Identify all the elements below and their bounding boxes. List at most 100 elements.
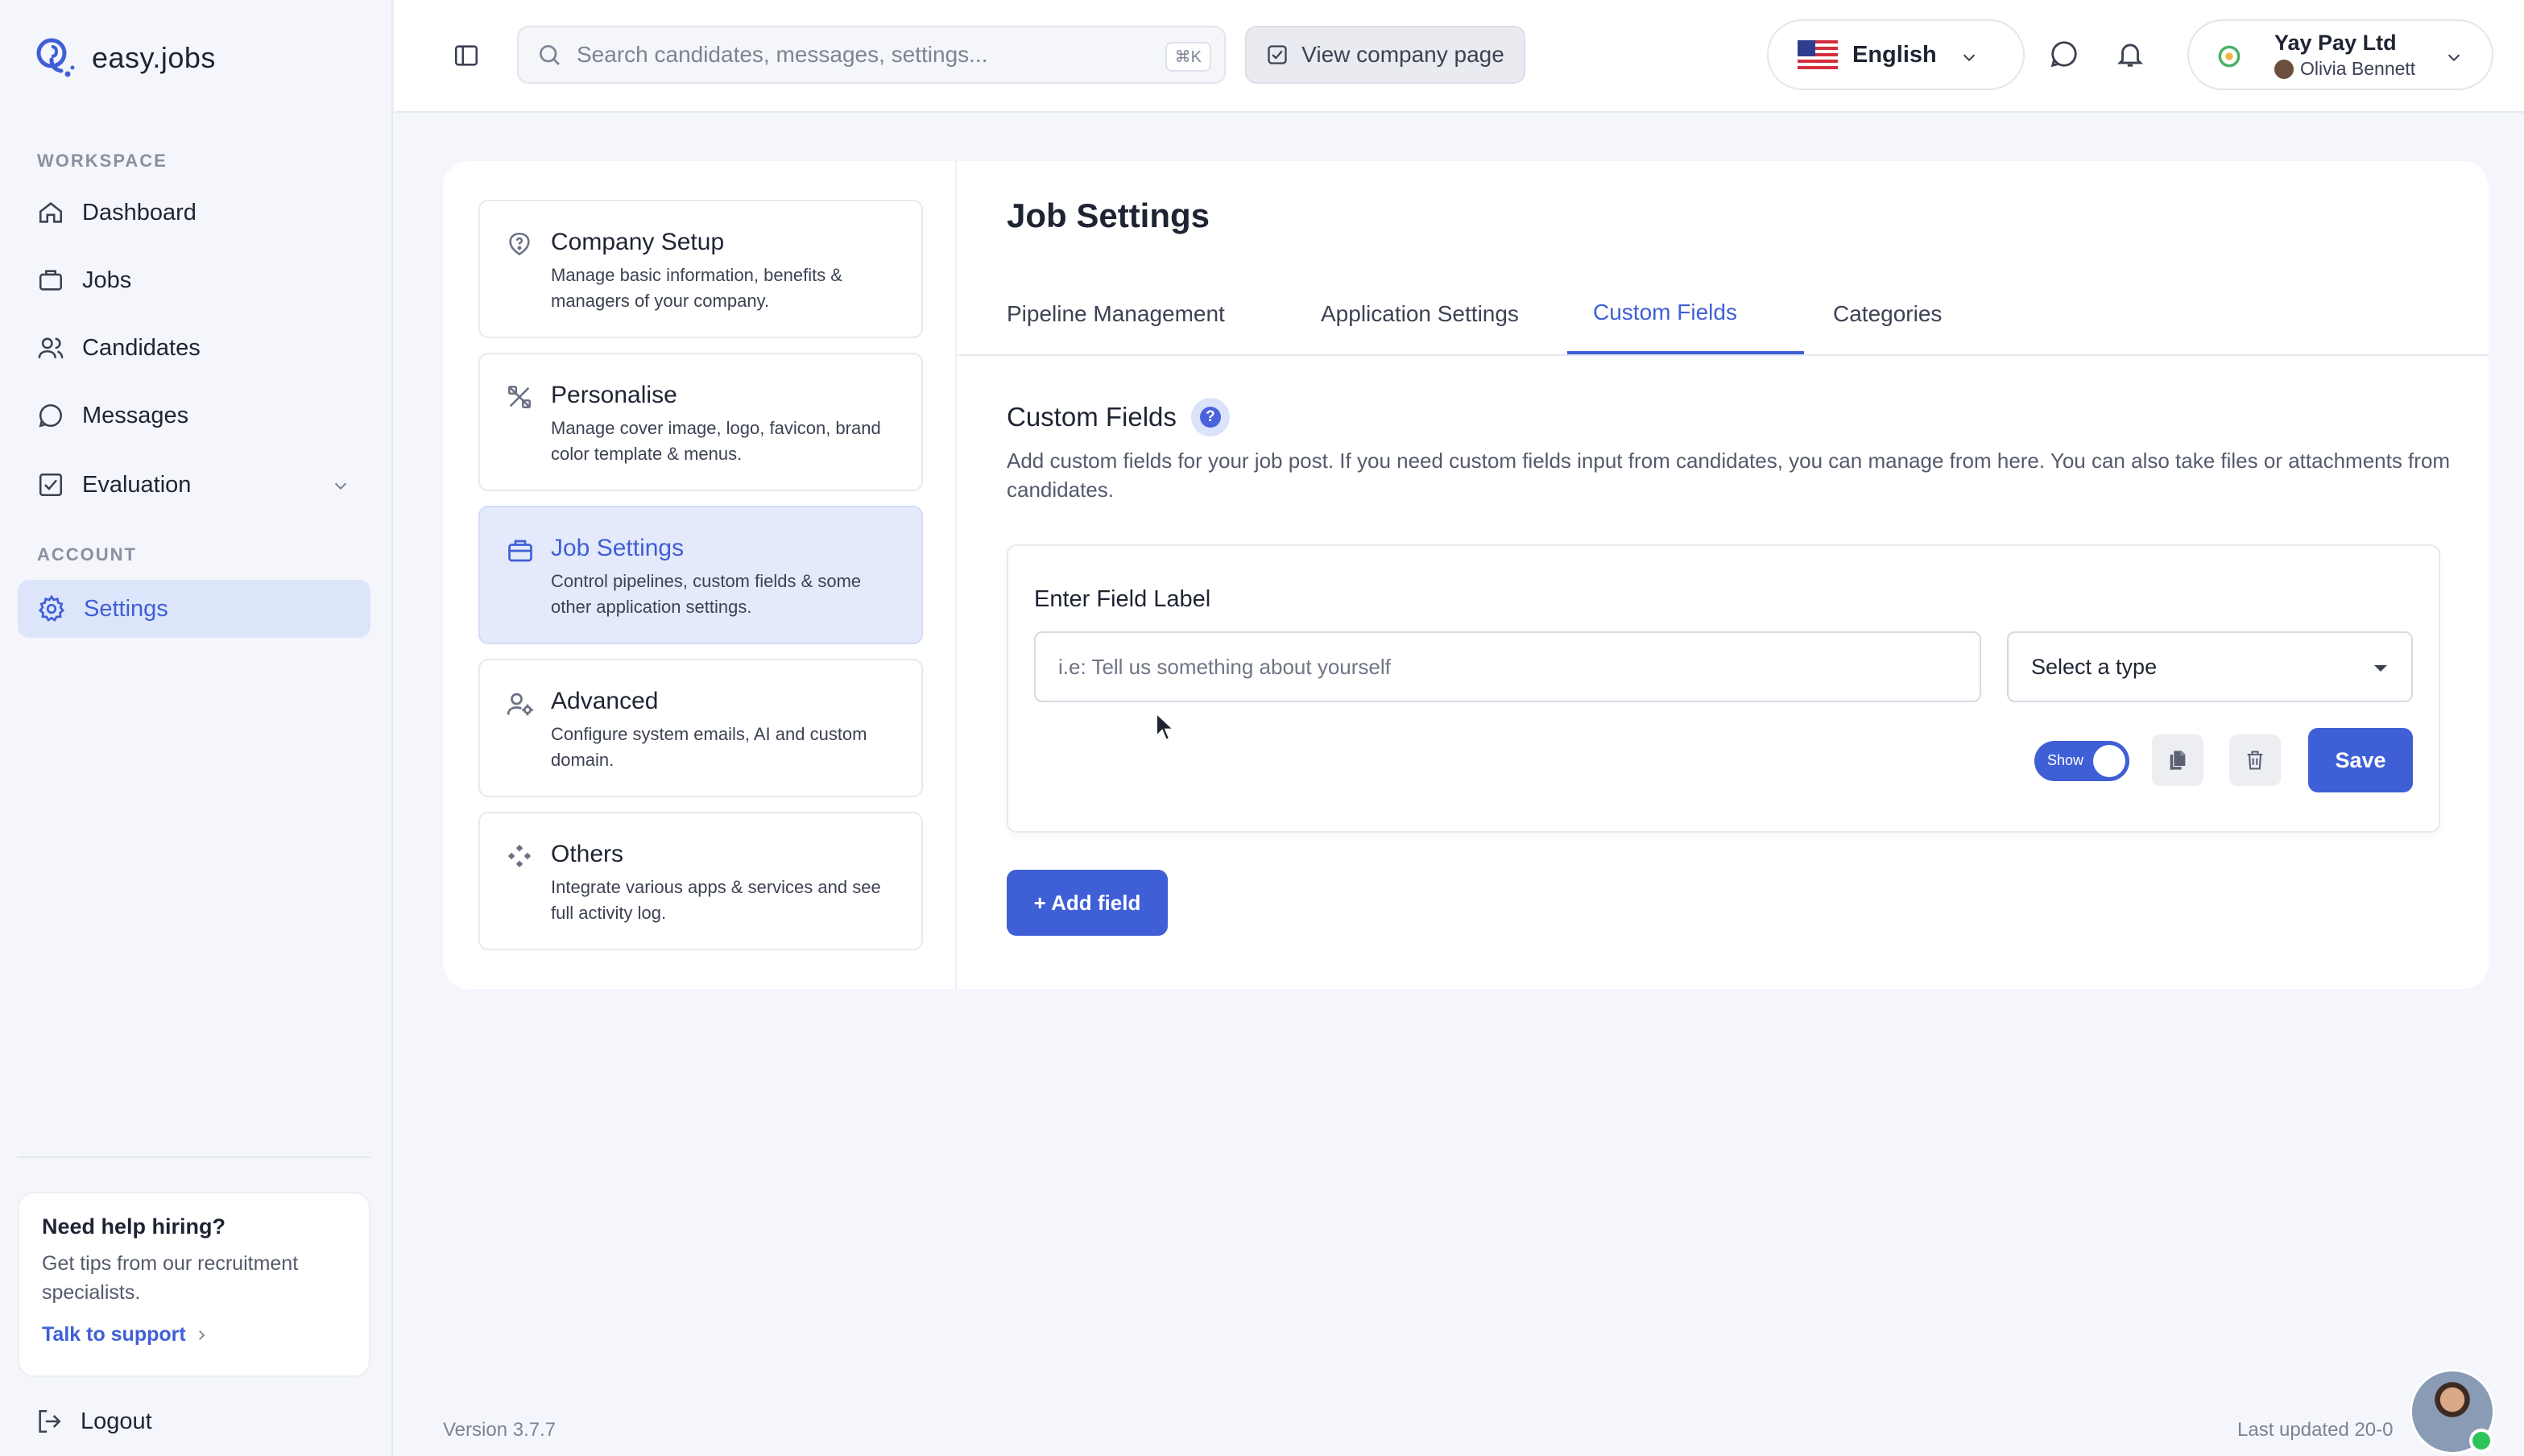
bell-icon[interactable] — [2115, 39, 2145, 69]
sidebar-item-jobs[interactable]: Jobs — [18, 251, 370, 309]
sidebar: easy.jobs WORKSPACE Dashboard Jobs Candi… — [0, 0, 393, 1456]
logout-label: Logout — [81, 1408, 152, 1434]
settings-nav-desc: Configure system emails, AI and custom d… — [551, 724, 867, 770]
sidebar-item-label: Jobs — [82, 267, 132, 293]
app-root: easy.jobs WORKSPACE Dashboard Jobs Candi… — [0, 0, 2524, 1456]
settings-nav-job-settings[interactable]: Job Settings Control pipelines, custom f… — [478, 506, 923, 644]
settings-tabs: Pipeline Management Application Settings… — [958, 282, 2489, 356]
delete-field-button[interactable] — [2229, 734, 2281, 786]
sidebar-item-label: Candidates — [82, 334, 201, 361]
search-bar[interactable]: ⌘K — [517, 26, 1226, 84]
company-logo-icon — [2218, 45, 2241, 68]
add-field-button[interactable]: + Add field — [1007, 870, 1168, 936]
chat-icon[interactable] — [2049, 39, 2079, 69]
user-info: Olivia Bennett — [2274, 58, 2415, 80]
sidebar-item-candidates[interactable]: Candidates — [18, 319, 370, 377]
sidebar-item-label: Dashboard — [82, 199, 197, 225]
sidebar-item-label: Settings — [84, 595, 168, 622]
save-button[interactable]: Save — [2308, 728, 2413, 792]
tab-application-settings[interactable]: Application Settings — [1321, 301, 1519, 327]
talk-to-support-label: Talk to support — [42, 1323, 186, 1346]
account-switcher[interactable]: Yay Pay Ltd Olivia Bennett — [2187, 19, 2493, 90]
settings-nav-company-setup[interactable]: Company Setup Manage basic information, … — [478, 200, 923, 338]
field-label-input[interactable] — [1034, 631, 1981, 702]
account-label: ACCOUNT — [37, 544, 137, 565]
field-type-select[interactable]: Select a type — [2007, 631, 2413, 702]
users-icon — [38, 337, 64, 358]
help-text: Get tips from our recruitment specialist… — [42, 1252, 299, 1304]
sidebar-item-label: Messages — [82, 402, 189, 428]
sidebar-item-label: Evaluation — [82, 471, 192, 498]
settings-nav-desc: Manage cover image, logo, favicon, brand… — [551, 418, 881, 464]
field-type-placeholder: Select a type — [2031, 654, 2158, 679]
brand-logo[interactable]: easy.jobs — [32, 35, 216, 81]
gear-icon — [38, 594, 65, 623]
briefcase-icon — [508, 540, 532, 562]
settings-nav: Company Setup Manage basic information, … — [443, 161, 957, 989]
settings-nav-title: Personalise — [551, 382, 677, 408]
search-shortcut: ⌘K — [1165, 42, 1211, 72]
active-tab-indicator — [1567, 351, 1804, 354]
language-label: English — [1852, 41, 1937, 68]
settings-nav-title: Job Settings — [551, 535, 685, 561]
help-icon[interactable]: ? — [1190, 398, 1230, 436]
sidebar-item-dashboard[interactable]: Dashboard — [18, 184, 370, 242]
chevron-right-icon — [198, 1330, 205, 1340]
home-icon — [39, 202, 63, 223]
settings-nav-title: Company Setup — [551, 229, 725, 255]
sidebar-toggle-icon[interactable] — [453, 42, 480, 69]
toggle-label: Show — [2047, 752, 2084, 768]
help-card: Need help hiring? Get tips from our recr… — [18, 1192, 370, 1377]
page-title: Job Settings — [1007, 196, 1210, 234]
toggle-knob — [2093, 745, 2125, 777]
chevron-down-icon — [334, 482, 347, 490]
copy-icon — [2170, 751, 2186, 770]
user-name: Olivia Bennett — [2300, 58, 2416, 79]
user-gear-icon — [507, 693, 533, 716]
settings-nav-desc: Manage basic information, benefits & man… — [551, 265, 842, 311]
message-icon — [39, 403, 62, 428]
logout-button[interactable]: Logout — [35, 1408, 152, 1435]
user-avatar — [2274, 59, 2294, 79]
app-version: Version 3.7.7 — [443, 1419, 557, 1441]
settings-nav-personalise[interactable]: Personalise Manage cover image, logo, fa… — [478, 353, 923, 491]
caret-down-icon — [2374, 665, 2387, 672]
tab-categories[interactable]: Categories — [1833, 301, 1942, 327]
search-input[interactable] — [577, 42, 1140, 68]
sidebar-item-messages[interactable]: Messages — [18, 387, 370, 445]
company-name: Yay Pay Ltd — [2274, 31, 2397, 55]
apps-icon — [507, 844, 532, 868]
settings-nav-others[interactable]: Others Integrate various apps & services… — [478, 812, 923, 950]
logout-icon — [39, 1409, 61, 1433]
settings-nav-desc: Control pipelines, custom fields & some … — [551, 571, 862, 617]
checklist-icon — [39, 473, 63, 497]
tab-pipeline-management[interactable]: Pipeline Management — [1007, 301, 1225, 327]
sidebar-divider — [18, 1156, 370, 1158]
settings-nav-title: Advanced — [551, 688, 659, 714]
settings-nav-advanced[interactable]: Advanced Configure system emails, AI and… — [478, 659, 923, 797]
trash-icon — [2247, 751, 2263, 770]
briefcase-icon — [39, 270, 63, 291]
last-updated: Last updated 20-0 — [2237, 1419, 2394, 1441]
talk-to-support-link[interactable]: Talk to support — [42, 1323, 346, 1346]
section-title-text: Custom Fields — [1007, 402, 1177, 432]
workspace-label: WORKSPACE — [37, 151, 168, 171]
checkbox-icon — [1268, 45, 1287, 64]
sidebar-item-evaluation[interactable]: Evaluation — [18, 456, 370, 514]
sidebar-item-settings[interactable]: Settings — [18, 580, 370, 638]
duplicate-field-button[interactable] — [2152, 734, 2203, 786]
question-shield-icon — [509, 232, 530, 256]
design-tools-icon — [507, 385, 532, 409]
view-company-page-button[interactable]: View company page — [1245, 26, 1525, 84]
tab-custom-fields[interactable]: Custom Fields — [1593, 300, 1737, 325]
language-selector[interactable]: English — [1767, 19, 2025, 90]
show-toggle[interactable]: Show — [2034, 741, 2129, 781]
view-company-label: View company page — [1301, 42, 1504, 67]
mouse-cursor-icon — [1156, 712, 1176, 742]
job-settings-content: Job Settings Pipeline Management Applica… — [958, 161, 2489, 989]
custom-field-editor: Enter Field Label Select a type Show Sav… — [1007, 544, 2440, 833]
settings-nav-title: Others — [551, 841, 624, 867]
section-description: Add custom fields for your job post. If … — [1007, 449, 2451, 502]
help-title: Need help hiring? — [42, 1214, 226, 1239]
field-label-heading: Enter Field Label — [1034, 586, 1211, 612]
